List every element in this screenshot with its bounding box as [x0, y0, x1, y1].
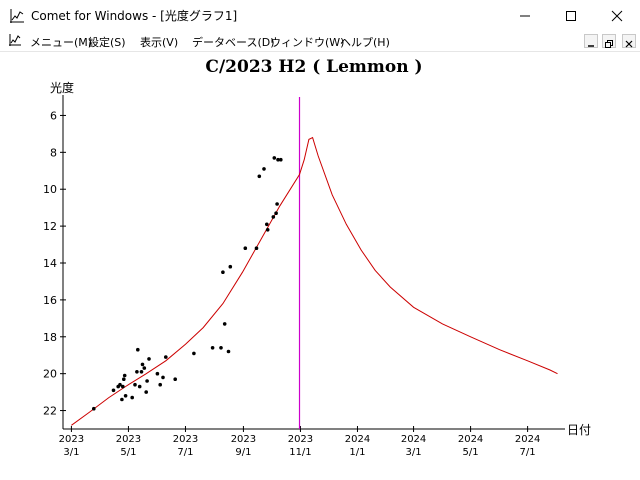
minimize-icon [520, 15, 530, 16]
mdi-restore-button[interactable] [602, 34, 616, 48]
chart-icon [10, 9, 24, 23]
menu-item-view[interactable]: 表示(V) [140, 34, 178, 50]
mdi-minimize-button[interactable] [584, 34, 598, 48]
menu-item-window[interactable]: ウィンドウ(W) [270, 34, 344, 50]
close-button[interactable] [594, 0, 640, 31]
chart-title: C/2023 H2 ( Lemmon ) [205, 57, 423, 77]
close-icon [625, 40, 633, 48]
menu-item-menu[interactable]: メニュー(M) [30, 34, 92, 50]
maximize-icon [566, 10, 576, 21]
y-axis-label: 光度 [50, 81, 75, 95]
minimize-button[interactable] [502, 0, 548, 31]
chart-icon[interactable] [8, 33, 22, 47]
close-icon [611, 10, 623, 21]
menu-item-help[interactable]: ヘルプ(H) [340, 34, 390, 50]
window-title: Comet for Windows - [光度グラフ1] [31, 9, 238, 23]
restore-icon [605, 40, 613, 48]
x-axis-label: 日付 [567, 423, 592, 437]
chart-area [0, 52, 640, 480]
title-bar: Comet for Windows - [光度グラフ1] [0, 0, 640, 31]
minimize-icon [588, 45, 594, 47]
menu-item-settings[interactable]: 設定(S) [88, 34, 126, 50]
menu-item-database[interactable]: データベース(D) [192, 34, 275, 50]
mdi-close-button[interactable] [622, 34, 636, 48]
maximize-button[interactable] [548, 0, 594, 31]
menu-bar: メニュー(M) 設定(S) 表示(V) データベース(D) ウィンドウ(W) ヘ… [0, 31, 640, 52]
